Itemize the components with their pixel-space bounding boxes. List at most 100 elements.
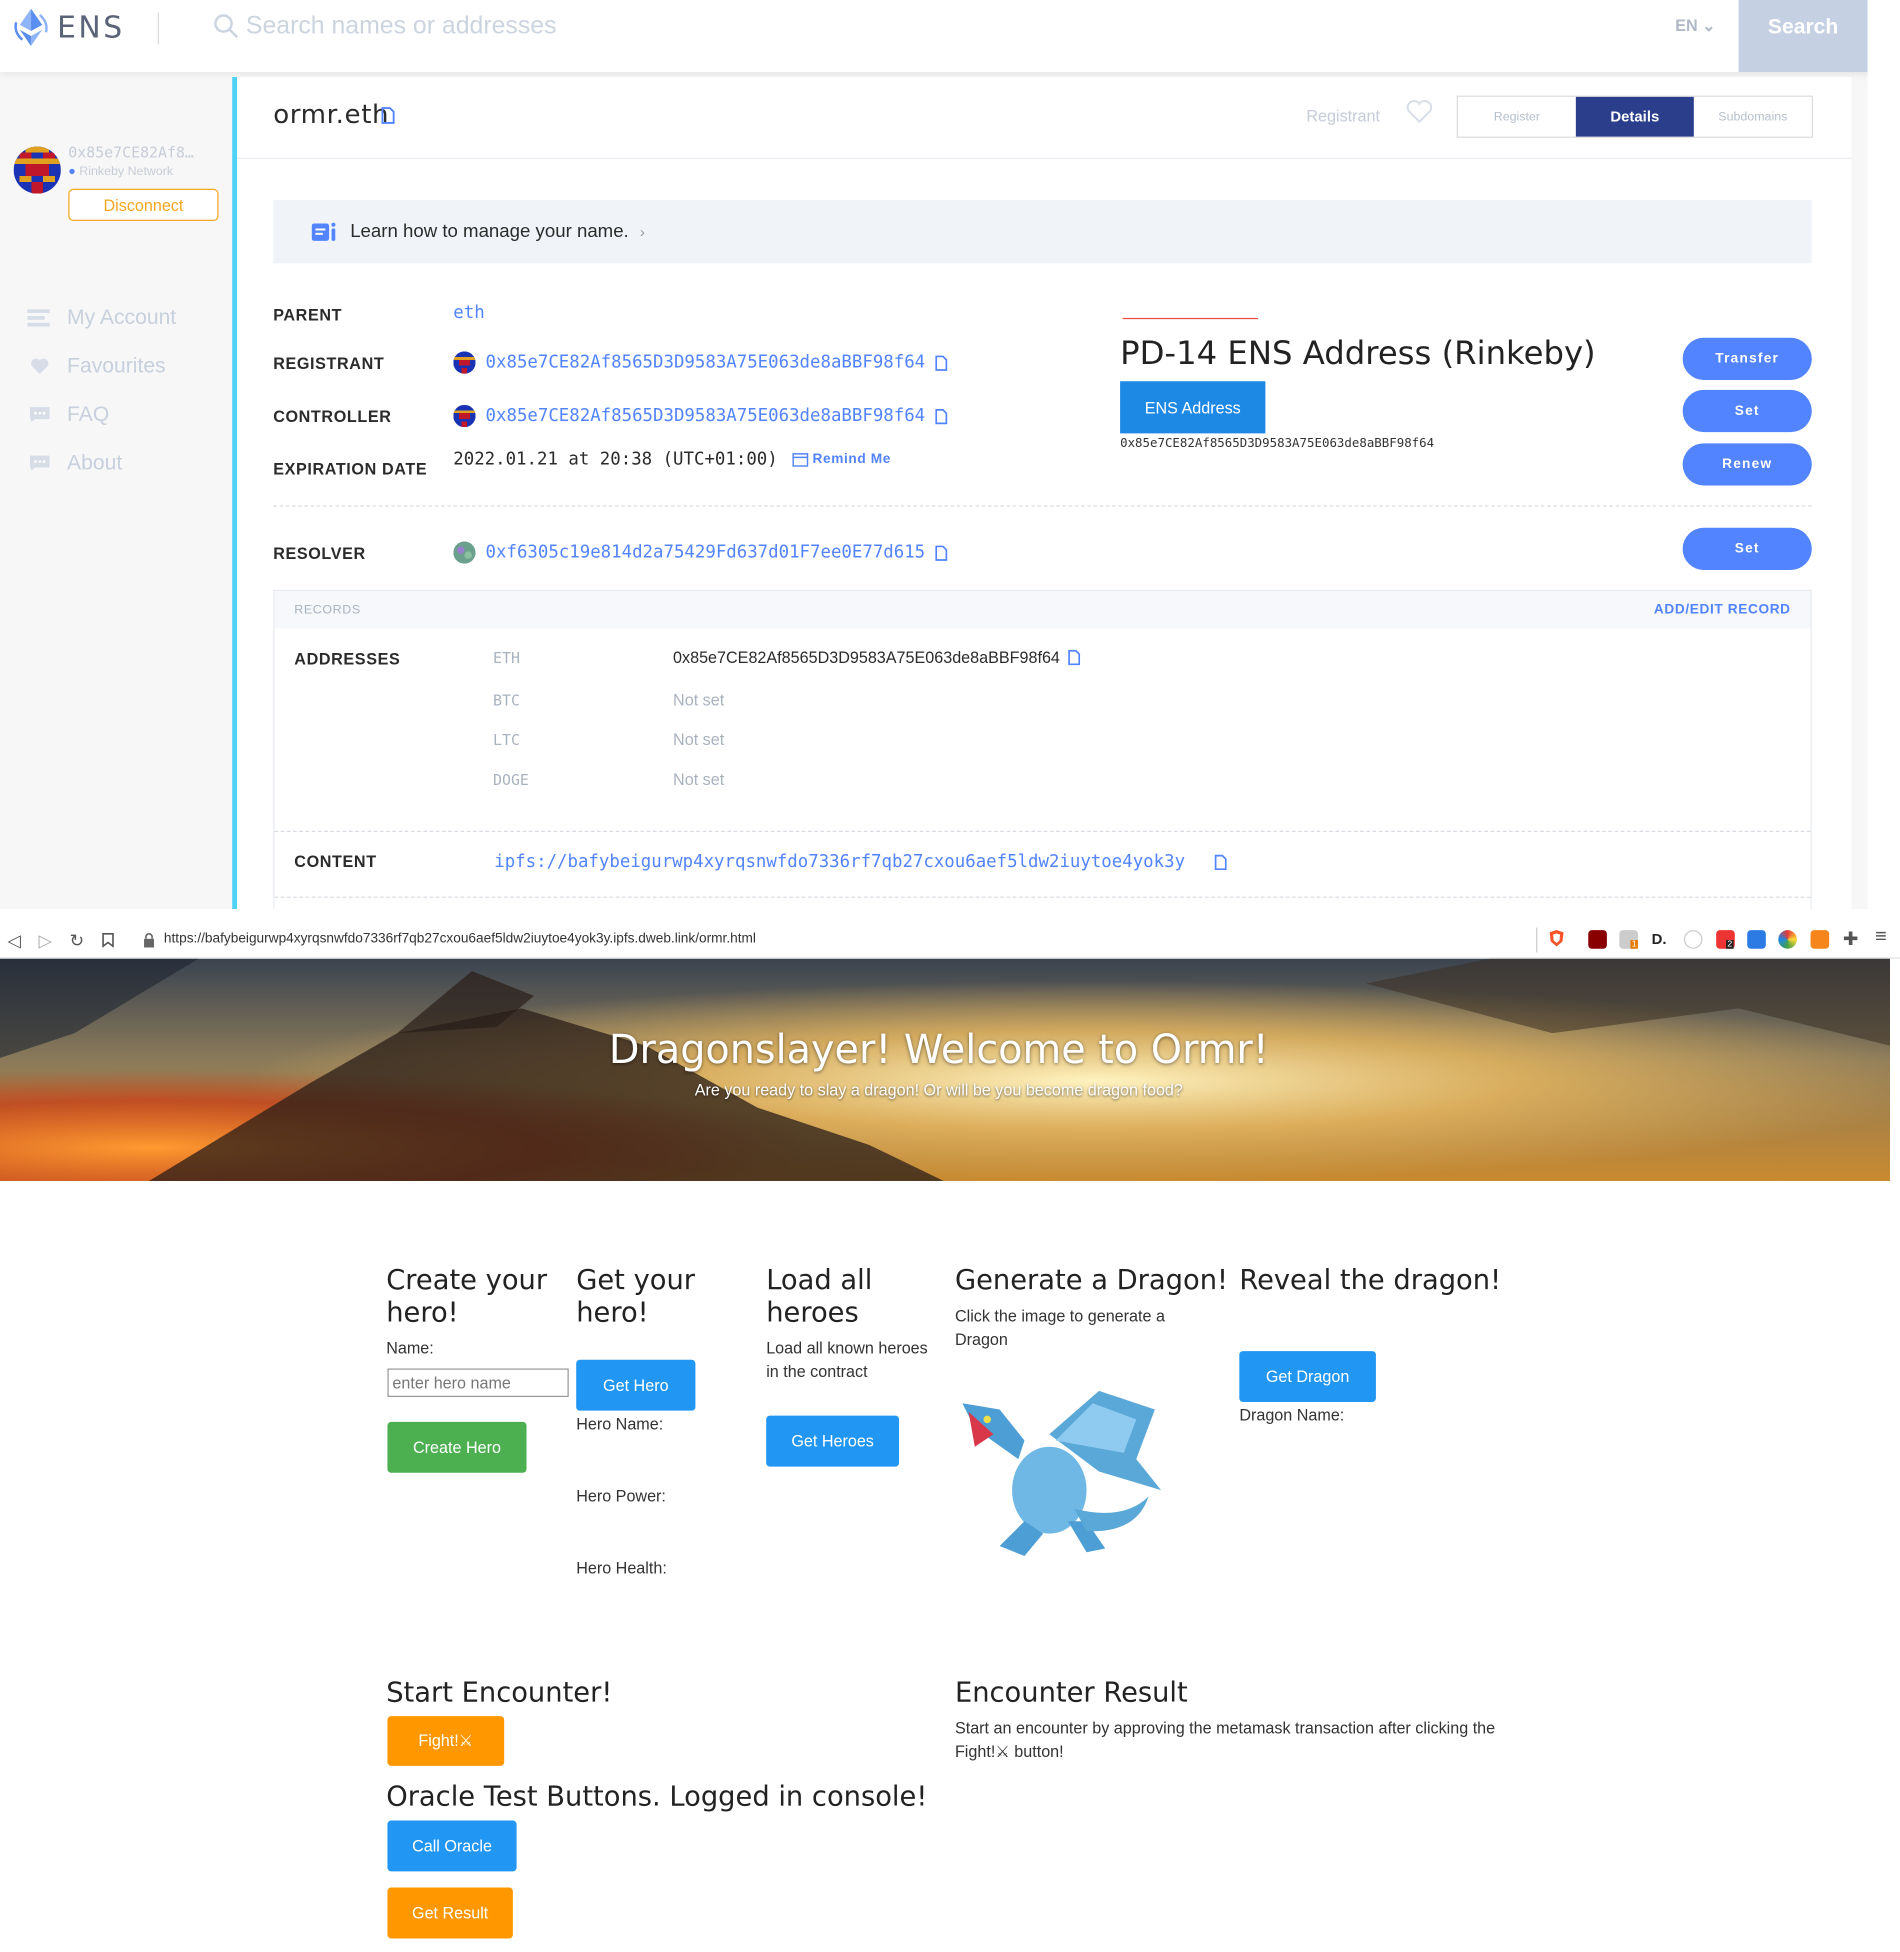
ublock-extension-icon[interactable] [1588,930,1607,949]
resolver-address[interactable]: 0xf6305c19e814d2a75429Fd637d01F7ee0E77d6… [486,543,926,563]
color-extension-icon[interactable] [1778,930,1797,949]
content-label: CONTENT [294,851,377,871]
dragon-name-output: Dragon Name: [1239,1405,1345,1425]
copy-icon[interactable] [1067,649,1080,666]
parent-label: PARENT [273,305,343,325]
chevron-right-icon: › [639,222,645,241]
set-controller-button[interactable]: Set [1682,389,1812,433]
registrant-address[interactable]: 0x85e7CE82Af8565D3D9583A75E063de8aBBF98f… [486,353,926,373]
account-address: 0x85e7CE82Af8… [68,144,194,162]
controller-field-label: CONTROLLER [273,407,392,426]
copy-icon[interactable] [935,544,948,561]
menu-icon[interactable]: ≡ [1875,926,1887,948]
bookmark-icon[interactable] [102,933,114,948]
avatar [453,351,476,374]
copy-icon[interactable] [935,408,948,424]
get-result-button[interactable]: Get Result [387,1887,513,1939]
brave-shield-icon[interactable] [1547,929,1566,948]
create-hero-button[interactable]: Create Hero [387,1421,527,1473]
download-extension-icon[interactable] [1747,930,1766,949]
generate-dragon-heading: Generate a Dragon! [954,1265,1228,1297]
controller-address[interactable]: 0x85e7CE82Af8565D3D9583A75E063de8aBBF98f… [486,406,926,426]
forward-icon[interactable]: ▷ [38,930,51,951]
screenshot-frame: ENS EN ⌄ Search 0x85e7CE82Af8… ● Rinkeby… [0,0,1900,1952]
ens-address-button[interactable]: ENS Address [1120,381,1266,434]
coin-eth-value: 0x85e7CE82Af8565D3D9583A75E063de8aBBF98f… [673,648,1080,667]
sidebar-item-favourites[interactable]: Favourites [27,354,166,379]
add-edit-record-button[interactable]: ADD/EDIT RECORD [1654,602,1791,617]
generate-dragon-text: Click the image to generate a Dragon [955,1304,1165,1351]
hero-subtitle: Are you ready to slay a dragon! Or will … [694,1080,1183,1099]
reload-icon[interactable]: ↻ [70,930,85,951]
heading-line: hero! [386,1297,459,1329]
decorative-underline [1122,317,1258,320]
call-oracle-button[interactable]: Call Oracle [387,1820,517,1872]
content-value[interactable]: ipfs://bafybeigurwp4xyrqsnwfdo7336rf7qb2… [494,852,1227,872]
search-button[interactable]: Search [1738,0,1868,73]
expiration-date: 2022.01.21 at 20:38 (UTC+01:00) [453,449,778,470]
copy-icon[interactable] [1215,854,1227,870]
calendar-icon [792,453,809,467]
language-selector[interactable]: EN ⌄ [1675,16,1715,36]
sidebar-item-my-account[interactable]: My Account [27,305,176,330]
transfer-button[interactable]: Transfer [1682,337,1812,380]
puzzle-extensions-icon[interactable]: ✚ [1843,928,1859,950]
fight-button[interactable]: Fight!⚔ [387,1716,505,1766]
hero-name-input[interactable] [387,1368,569,1398]
get-dragon-button[interactable]: Get Dragon [1239,1351,1376,1402]
dragon-image[interactable] [950,1385,1162,1565]
page-title: ormr.eth [273,99,390,130]
browser-toolbar: ◁ ▷ ↻ https://bafybeigurwp4xyrqsnwfdo733… [0,921,1900,959]
page-scrollbar[interactable] [1890,958,1900,1919]
network-label: ● Rinkeby Network [68,165,173,179]
encounter-result-heading: Encounter Result [954,1677,1188,1709]
sidebar-item-label: FAQ [67,402,110,426]
renew-button[interactable]: Renew [1682,443,1812,486]
eth-address: 0x85e7CE82Af8565D3D9583A75E063de8aBBF98f… [673,648,1060,667]
remind-me-button[interactable]: Remind Me [792,452,891,467]
address-bar[interactable]: https://bafybeigurwp4xyrqsnwfdo7336rf7qb… [164,931,756,946]
extension-icon[interactable] [1683,930,1703,949]
search-input[interactable] [245,4,1550,48]
ens-logo[interactable]: ENS [12,7,124,47]
sidebar-item-faq[interactable]: FAQ [27,402,109,427]
back-icon[interactable]: ◁ [7,930,20,951]
extension-badge: 1 [1630,940,1638,949]
registrant-value[interactable]: 0x85e7CE82Af8565D3D9583A75E063de8aBBF98f… [453,351,948,374]
disconnect-button[interactable]: Disconnect [68,188,219,222]
favourite-heart-icon[interactable] [1406,99,1433,124]
chevron-down-icon: ⌄ [1702,16,1716,35]
load-heroes-text: Load all known heroes in the contract [766,1336,928,1383]
dapp-extension-icon[interactable]: D. [1652,930,1671,949]
records-panel: RECORDS ADD/EDIT RECORD ADDRESSES ETH 0x… [273,589,1812,909]
resolver-value[interactable]: 0xf6305c19e814d2a75429Fd637d01F7ee0E77d6… [453,541,948,564]
controller-value[interactable]: 0x85e7CE82Af8565D3D9583A75E063de8aBBF98f… [453,404,948,428]
copy-icon[interactable] [381,107,395,124]
oracle-heading: Oracle Test Buttons. Logged in console! [386,1781,928,1814]
expiration-field-label: EXPIRATION DATE [273,459,428,479]
parent-value[interactable]: eth [453,303,484,323]
text-line: Click the image to generate a [954,1306,1165,1326]
get-hero-button[interactable]: Get Hero [576,1359,696,1411]
learn-banner[interactable]: Learn how to manage your name. › [273,199,1812,264]
copy-icon[interactable] [935,354,948,371]
metamask-fox-icon[interactable] [1810,930,1830,949]
coin-btc-value: Not set [673,690,725,710]
coin-doge: DOGE [492,771,529,789]
tab-subdomains[interactable]: Subdomains [1694,97,1812,137]
tab-details[interactable]: Details [1575,96,1694,137]
ens-logo-text: ENS [57,9,125,45]
content-hash-link[interactable]: ipfs://bafybeigurwp4xyrqsnwfdo7336rf7qb2… [494,852,1185,872]
expiration-value: 2022.01.21 at 20:38 (UTC+01:00) Remind M… [453,450,891,470]
text-line: Dragon [954,1329,1008,1349]
extension-icon[interactable]: 1 [1619,930,1638,949]
sidebar-item-about[interactable]: About [27,451,122,476]
set-resolver-button[interactable]: Set [1682,527,1812,570]
get-heroes-button[interactable]: Get Heroes [766,1415,900,1467]
parent-link[interactable]: eth [453,303,484,323]
text-line: Start an encounter by approving the meta… [954,1718,1496,1738]
extension-icon[interactable]: 2 [1716,930,1735,949]
heading-line: heroes [766,1297,859,1329]
registrant-label: Registrant [1306,106,1380,126]
tab-register[interactable]: Register [1458,97,1576,137]
